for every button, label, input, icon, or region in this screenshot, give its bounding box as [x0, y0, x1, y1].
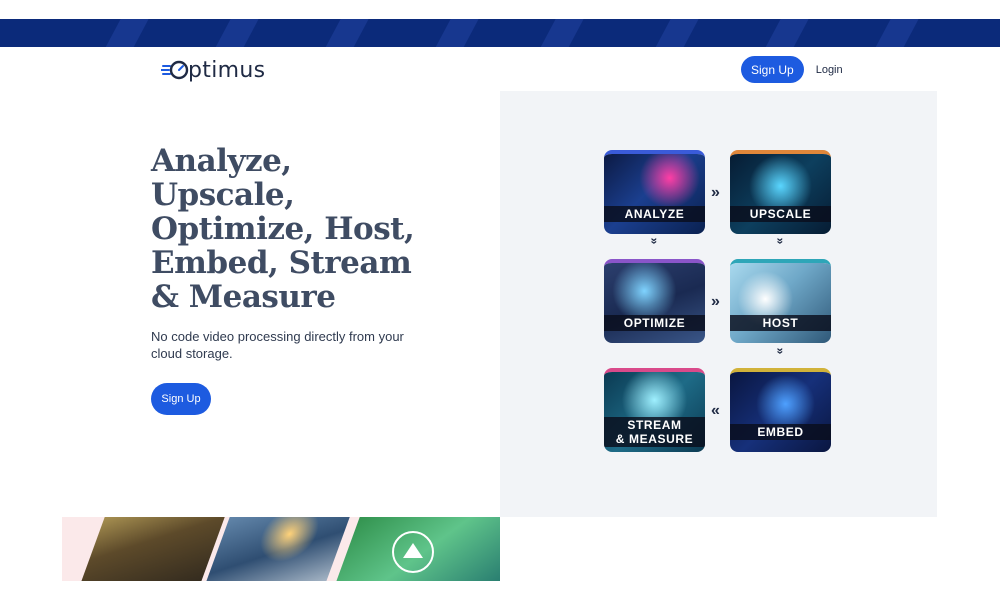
site-header: ptimus Sign Up Login: [0, 47, 1000, 91]
banner-stripe: [754, 19, 814, 47]
collage-photo: [200, 517, 354, 581]
tile-image: [730, 263, 831, 343]
tile-label: EMBED: [730, 424, 831, 440]
arrow-down-icon: »: [647, 237, 662, 245]
video-thumbnail-strip[interactable]: [62, 517, 500, 581]
tile-image: [730, 372, 831, 452]
collage-photo: [75, 517, 229, 581]
login-link[interactable]: Login: [816, 64, 843, 76]
arrow-right-icon: »: [711, 184, 720, 201]
header-nav: Sign Up Login: [741, 56, 843, 83]
hero-signup-button[interactable]: Sign Up: [151, 383, 211, 415]
tile-label: OPTIMIZE: [604, 315, 705, 331]
tile-label: STREAM & MEASURE: [604, 417, 705, 447]
arrow-left-icon: «: [711, 402, 720, 419]
workflow-tile-stream-measure: STREAM & MEASURE: [604, 368, 705, 452]
top-banner: [0, 19, 1000, 47]
play-icon: [403, 543, 423, 558]
banner-stripe: [424, 19, 484, 47]
arrow-down-icon: »: [773, 237, 788, 245]
banner-stripe: [94, 19, 154, 47]
banner-stripe: [314, 19, 374, 47]
tile-label: HOST: [730, 315, 831, 331]
banner-stripe: [204, 19, 264, 47]
workflow-tile-analyze: ANALYZE: [604, 150, 705, 234]
logo[interactable]: ptimus: [161, 57, 265, 83]
banner-stripe: [529, 19, 589, 47]
speedometer-o-icon: [161, 60, 189, 80]
tile-image: [604, 154, 705, 234]
hero-title: Analyze, Upscale, Optimize, Host, Embed,…: [151, 143, 415, 315]
banner-stripe: [644, 19, 704, 47]
workflow-tile-host: HOST: [730, 259, 831, 343]
workflow-tile-optimize: OPTIMIZE: [604, 259, 705, 343]
tile-label: ANALYZE: [604, 206, 705, 222]
play-button[interactable]: [392, 531, 434, 573]
hero-subtitle: No code video processing directly from y…: [151, 329, 404, 361]
workflow-tile-upscale: UPSCALE: [730, 150, 831, 234]
workflow-panel: ANALYZE » UPSCALE » » OPTIMIZE » HOST » …: [500, 91, 937, 517]
arrow-down-icon: »: [773, 347, 788, 355]
signup-button[interactable]: Sign Up: [741, 56, 804, 83]
banner-stripe: [864, 19, 924, 47]
workflow-tile-embed: EMBED: [730, 368, 831, 452]
logo-text: ptimus: [188, 57, 266, 83]
arrow-right-icon: »: [711, 293, 720, 310]
tile-label: UPSCALE: [730, 206, 831, 222]
hero: Analyze, Upscale, Optimize, Host, Embed,…: [151, 144, 491, 415]
tile-image: [604, 263, 705, 343]
tile-image: [730, 154, 831, 234]
